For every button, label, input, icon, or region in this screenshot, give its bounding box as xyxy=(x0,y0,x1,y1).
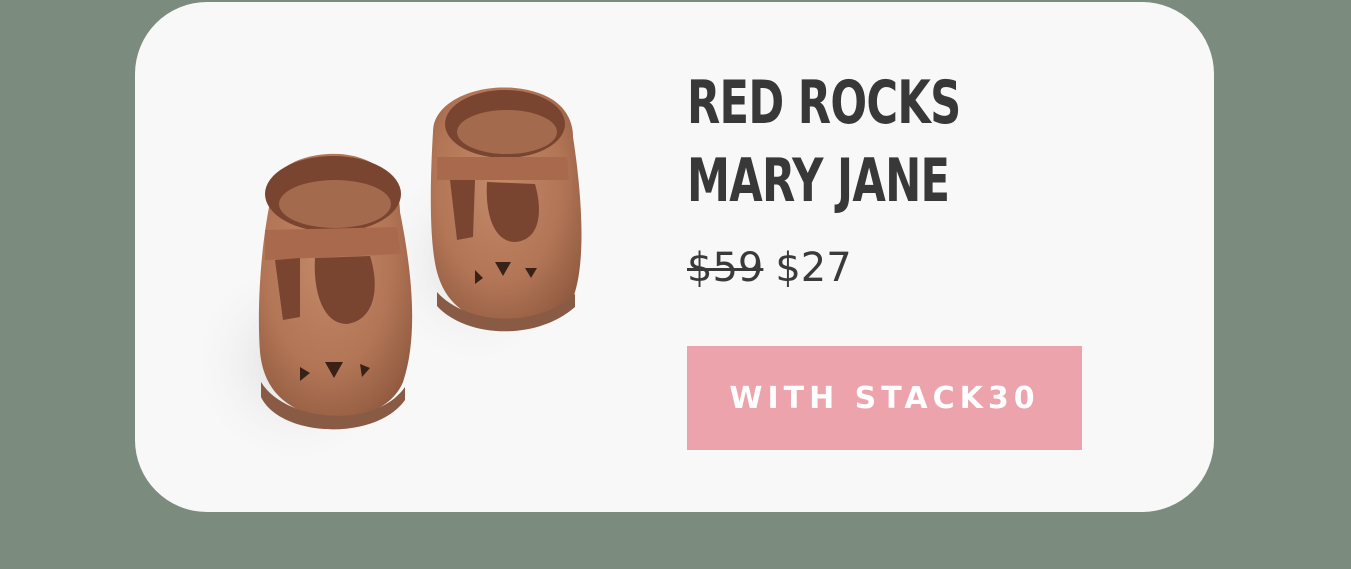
product-card: RED ROCKS MARY JANE $59 $27 WITH STACK30 xyxy=(135,2,1214,512)
product-title-line-2: MARY JANE xyxy=(687,146,950,216)
price-block: $59 $27 xyxy=(687,242,852,294)
sale-price: $27 xyxy=(775,245,852,291)
product-title-line-1: RED ROCKS xyxy=(687,68,961,138)
right-shoe xyxy=(430,87,582,332)
with-stack30-button[interactable]: WITH STACK30 xyxy=(687,346,1082,450)
product-title: RED ROCKS MARY JANE xyxy=(687,64,961,220)
left-shoe xyxy=(258,153,413,430)
original-price: $59 xyxy=(687,245,764,291)
product-image[interactable] xyxy=(175,62,695,482)
